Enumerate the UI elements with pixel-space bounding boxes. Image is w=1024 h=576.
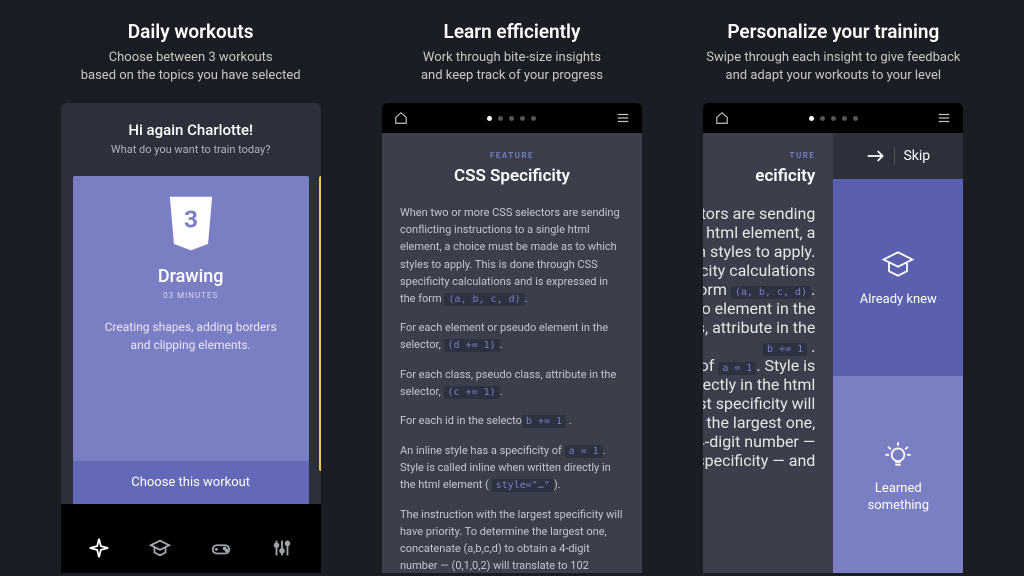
- column-header: Learn efficiently Work through bite-size…: [421, 20, 603, 85]
- code-snippet: style="…": [492, 479, 554, 492]
- workout-card-area: 3 Drawing 03 MINUTES Creating shapes, ad…: [61, 164, 321, 504]
- article-body-swiped[interactable]: TURE ecificity electors are sendinga sin…: [703, 133, 833, 573]
- skip-label: Skip: [903, 148, 930, 164]
- hamburger-icon[interactable]: [616, 111, 630, 125]
- article-paragraph: For each element or pseudo element in th…: [400, 319, 624, 354]
- article-paragraph: When two or more CSS selectors are sendi…: [400, 204, 624, 307]
- column-daily-workouts: Daily workouts Choose between 3 workouts…: [50, 20, 331, 573]
- page-dots: [809, 116, 858, 121]
- gamepad-icon: [210, 537, 232, 559]
- page-dot[interactable]: [487, 116, 492, 121]
- page-dot[interactable]: [531, 116, 536, 121]
- home-icon[interactable]: [715, 111, 729, 125]
- tab-games[interactable]: [210, 537, 232, 563]
- column-subtitle: Work through bite-size insights and keep…: [421, 49, 603, 85]
- article-paragraph: For each id in the selectob += 1 .: [400, 412, 624, 430]
- page-dot[interactable]: [831, 116, 836, 121]
- article-tag: FEATURE: [400, 151, 624, 160]
- article-title: CSS Specificity: [400, 166, 624, 186]
- column-subtitle: Swipe through each insight to give feedb…: [706, 49, 960, 85]
- hamburger-icon[interactable]: [937, 111, 951, 125]
- column-title: Learn efficiently: [421, 20, 603, 43]
- article-line: ass, attribute in the: [703, 318, 815, 337]
- article-title: ecificity: [703, 166, 815, 186]
- greeting-bar: Hi again Charlotte! What do you want to …: [61, 103, 321, 164]
- article-paragraph: For each class, pseudo class, attribute …: [400, 366, 624, 401]
- workout-card-time: 03 MINUTES: [91, 291, 291, 300]
- article-paragraph: The instruction with the largest specifi…: [400, 506, 624, 574]
- greeting-subtext: What do you want to train today?: [61, 143, 321, 156]
- column-title: Personalize your training: [706, 20, 960, 43]
- sliders-icon: [271, 537, 293, 559]
- tab-learn[interactable]: [149, 537, 171, 563]
- column-header: Daily workouts Choose between 3 workouts…: [81, 20, 301, 85]
- article-line: electors are sendinga single html elemen…: [703, 204, 815, 299]
- sparkle-icon: [88, 537, 110, 559]
- lightbulb-icon: [880, 435, 916, 471]
- code-snippet: b += 1: [522, 415, 566, 428]
- page-dot[interactable]: [820, 116, 825, 121]
- code-snippet: (c += 1): [444, 386, 500, 399]
- home-icon[interactable]: [394, 111, 408, 125]
- workout-card-desc: Creating shapes, adding borders and clip…: [91, 318, 291, 354]
- arrow-right-icon: [866, 149, 886, 163]
- article-line: argest specificity wille the largest one…: [703, 394, 815, 470]
- code-snippet: a = 1: [565, 445, 603, 458]
- article-tag: TURE: [703, 151, 815, 160]
- article-body[interactable]: FEATURE CSS Specificity When two or more…: [382, 133, 642, 573]
- already-knew-button[interactable]: Already knew: [833, 179, 963, 376]
- phone-mockup-article: FEATURE CSS Specificity When two or more…: [382, 103, 642, 573]
- graduation-cap-icon: [149, 537, 171, 559]
- divider: [894, 147, 895, 165]
- phone-mockup-personalize: TURE ecificity electors are sendinga sin…: [703, 103, 963, 573]
- swipe-view: TURE ecificity electors are sendinga sin…: [703, 133, 963, 573]
- column-learn-efficiently: Learn efficiently Work through bite-size…: [371, 20, 652, 573]
- article-paragraph: An inline style has a specificity of a =…: [400, 442, 624, 494]
- article-top-bar: [382, 103, 642, 133]
- column-header: Personalize your training Swipe through …: [706, 20, 960, 85]
- tab-settings[interactable]: [271, 537, 293, 563]
- page-dots: [487, 116, 536, 121]
- code-snippet: (d += 1): [444, 339, 500, 352]
- article-line: ficity of a = 1. Style isdirectly in the…: [703, 356, 815, 394]
- feedback-panel: Skip Already knew Learned something: [833, 133, 963, 573]
- learned-something-button[interactable]: Learned something: [833, 376, 963, 573]
- phone-mockup-workouts: Hi again Charlotte! What do you want to …: [61, 103, 321, 573]
- column-subtitle: Choose between 3 workouts based on the t…: [81, 49, 301, 85]
- tab-workouts[interactable]: [88, 537, 110, 563]
- code-snippet: (a, b, c, d): [444, 293, 524, 306]
- page-dot[interactable]: [498, 116, 503, 121]
- graduation-cap-icon: [880, 246, 916, 282]
- bottom-tab-bar: [61, 527, 321, 573]
- skip-button[interactable]: Skip: [833, 133, 963, 179]
- article-top-bar: [703, 103, 963, 133]
- page-dot[interactable]: [842, 116, 847, 121]
- next-card-peek[interactable]: [319, 176, 321, 471]
- learned-label: Learned something: [843, 481, 953, 515]
- page-dot[interactable]: [509, 116, 514, 121]
- page-dot[interactable]: [520, 116, 525, 121]
- greeting-text: Hi again Charlotte!: [61, 121, 321, 139]
- page-dot[interactable]: [809, 116, 814, 121]
- workout-card[interactable]: 3 Drawing 03 MINUTES Creating shapes, ad…: [73, 176, 309, 504]
- workout-card-title: Drawing: [91, 266, 291, 287]
- column-personalize: Personalize your training Swipe through …: [693, 20, 974, 573]
- css3-icon: 3: [165, 196, 217, 256]
- page-dot[interactable]: [853, 116, 858, 121]
- choose-workout-button[interactable]: Choose this workout: [73, 461, 309, 504]
- svg-text:3: 3: [184, 205, 198, 234]
- already-knew-label: Already knew: [860, 292, 937, 309]
- column-title: Daily workouts: [81, 20, 301, 43]
- article-line: do element in the: [703, 299, 815, 318]
- article-line: b += 1 .: [703, 337, 815, 356]
